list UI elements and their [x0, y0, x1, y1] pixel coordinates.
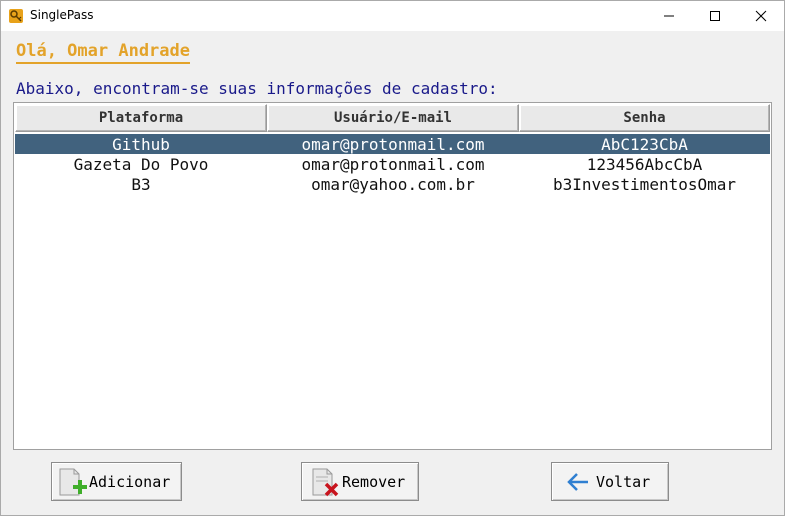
cell-senha: b3InvestimentosOmar [552, 174, 737, 194]
minimize-icon [664, 15, 674, 17]
table-body: Github omar@protonmail.com AbC123CbA Gaz… [15, 134, 770, 194]
cell-senha: 123456AbcCbA [586, 154, 703, 174]
column-header-usuario[interactable]: Usuário/E-mail [267, 104, 519, 132]
add-button-label: Adicionar [89, 472, 171, 491]
cell-plataforma: Github [112, 134, 170, 154]
subtitle-text: Abaixo, encontram-se suas informações de… [16, 79, 498, 98]
table-row[interactable]: Github omar@protonmail.com AbC123CbA [15, 134, 770, 154]
key-icon [9, 9, 23, 23]
table-row[interactable]: B3 omar@yahoo.com.br b3InvestimentosOmar [15, 174, 770, 194]
remove-button-label: Remover [342, 472, 406, 491]
cell-senha: AbC123CbA [601, 134, 688, 154]
cell-plataforma: B3 [131, 174, 151, 194]
app-window: SinglePass Olá, Omar Andrade Abaixo, enc… [0, 0, 785, 516]
table-header: Plataforma Usuário/E-mail Senha [15, 104, 770, 134]
greeting-heading: Olá, Omar Andrade [16, 41, 190, 64]
window-title: SinglePass [30, 8, 94, 22]
cell-usuario: omar@protonmail.com [301, 154, 485, 174]
credentials-table[interactable]: Plataforma Usuário/E-mail Senha Github o… [13, 102, 772, 450]
cell-usuario: omar@yahoo.com.br [311, 174, 475, 194]
column-header-senha[interactable]: Senha [519, 104, 770, 132]
column-header-plataforma[interactable]: Plataforma [15, 104, 267, 132]
remove-button[interactable]: Remover [301, 462, 419, 501]
close-button[interactable] [738, 1, 784, 31]
maximize-icon [710, 11, 720, 21]
add-button[interactable]: Adicionar [51, 462, 182, 501]
remove-document-icon [310, 467, 342, 497]
add-document-icon [57, 467, 89, 497]
cell-usuario: omar@protonmail.com [301, 134, 485, 154]
back-button[interactable]: Voltar [551, 462, 669, 501]
table-row[interactable]: Gazeta Do Povo omar@protonmail.com 12345… [15, 154, 770, 174]
cell-plataforma: Gazeta Do Povo [73, 154, 209, 174]
arrow-left-icon [564, 467, 594, 497]
title-bar[interactable]: SinglePass [1, 1, 784, 31]
maximize-button[interactable] [692, 1, 738, 31]
minimize-button[interactable] [646, 1, 692, 31]
close-icon [755, 10, 767, 22]
back-button-label: Voltar [596, 472, 651, 491]
